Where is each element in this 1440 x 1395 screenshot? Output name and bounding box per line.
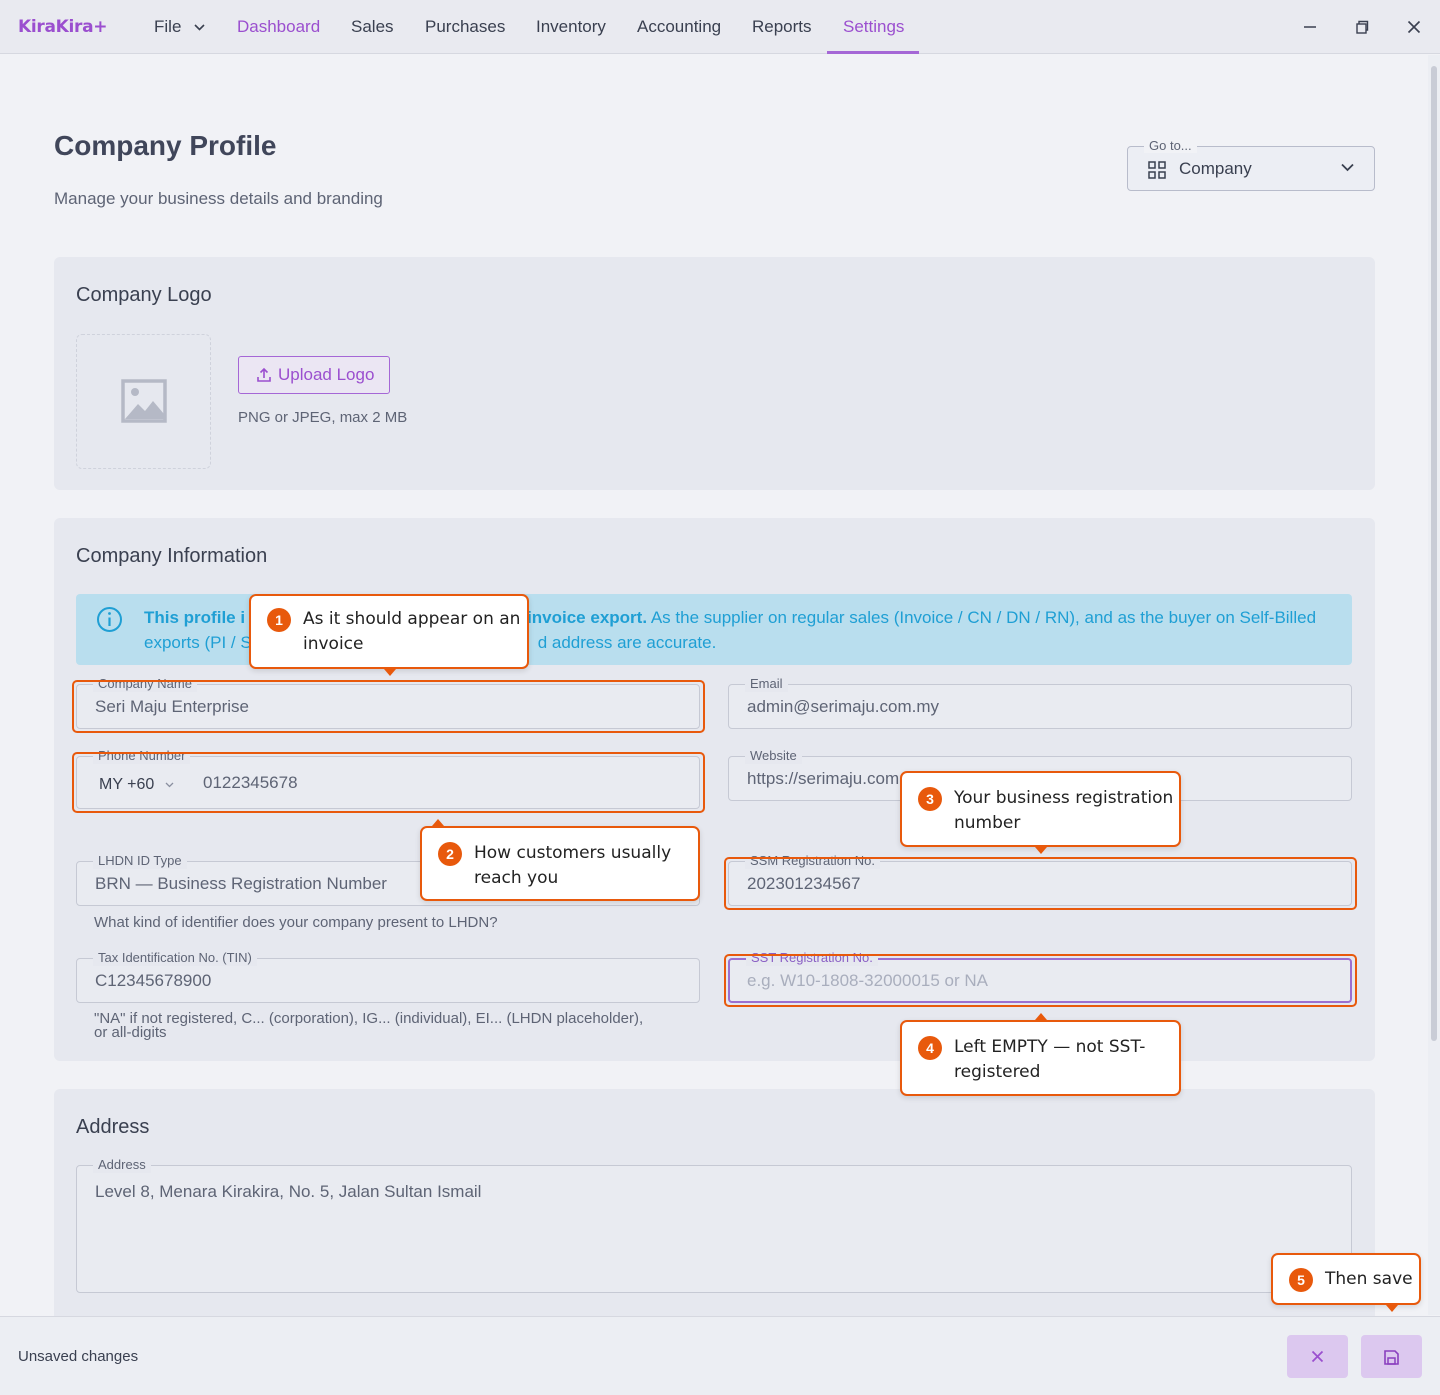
restore-icon[interactable] [1351, 16, 1373, 38]
grid-icon [1148, 161, 1166, 179]
menu-purchases[interactable]: Purchases [425, 0, 505, 54]
menu-file-label: File [154, 17, 182, 36]
menu-reports[interactable]: Reports [752, 0, 812, 54]
callout-1-text: As it should appear on an invoice [303, 607, 520, 657]
upload-logo-label: Upload Logo [278, 365, 375, 384]
goto-select[interactable]: Go to... Company [1127, 138, 1375, 191]
chevron-down-icon [1341, 163, 1354, 172]
tin-helper-line-2: or all-digits [94, 1024, 167, 1041]
website-label: Website [745, 748, 802, 764]
callout-3-text: Your business registration number [954, 786, 1173, 836]
address-card: Address Address Level 8, Menara Kirakira… [54, 1089, 1375, 1329]
info-line2-end: d address are accurate. [537, 633, 717, 652]
address-title: Address [76, 1116, 150, 1138]
tin-field[interactable]: Tax Identification No. (TIN) C1234567890… [76, 950, 700, 1003]
menu-inventory[interactable]: Inventory [536, 0, 606, 54]
callout-4-text: Left EMPTY — not SST- registered [954, 1035, 1145, 1085]
callout-3-line-2: number [954, 813, 1021, 833]
address-label: Address [93, 1157, 151, 1173]
active-tab-indicator [827, 51, 919, 54]
upload-logo-button[interactable]: Upload Logo [238, 356, 390, 394]
email-label: Email [745, 676, 788, 692]
company-logo-title: Company Logo [76, 284, 212, 306]
goto-value: Company [1179, 159, 1252, 178]
lhdn-id-type-value: BRN — Business Registration Number [95, 874, 387, 893]
callout-4-number: 4 [918, 1036, 942, 1060]
info-bold-start: This profile i [144, 608, 246, 627]
address-value: Level 8, Menara Kirakira, No. 5, Jalan S… [95, 1182, 482, 1201]
callout-1: 1 As it should appear on an invoice [249, 594, 529, 676]
address-textarea[interactable]: Address Level 8, Menara Kirakira, No. 5,… [76, 1157, 1352, 1293]
menu-dashboard[interactable]: Dashboard [237, 0, 320, 54]
callout-5-text: Then save [1325, 1269, 1413, 1289]
image-icon [121, 379, 167, 423]
highlight-company-name [72, 680, 705, 733]
unsaved-changes-status: Unsaved changes [18, 1348, 139, 1365]
save-button[interactable] [1361, 1335, 1422, 1378]
app-logo: KiraKira+ [18, 17, 108, 37]
callout-1-line-2: invoice [303, 634, 364, 654]
save-icon [1384, 1350, 1399, 1365]
scrollbar-thumb[interactable] [1431, 66, 1437, 1041]
bottom-action-bar: Unsaved changes [0, 1316, 1440, 1395]
callout-3-line-1: Your business registration [954, 788, 1174, 808]
callout-4-line-1: Left EMPTY — not SST- [954, 1037, 1146, 1057]
callout-2-number: 2 [438, 842, 462, 866]
callout-4-line-2: registered [954, 1062, 1041, 1082]
callout-2: 2 How customers usually reach you [420, 819, 700, 901]
highlight-phone-number [72, 752, 705, 813]
info-line2-start: exports (PI / S [144, 633, 252, 652]
upload-hint: PNG or JPEG, max 2 MB [238, 409, 408, 426]
company-information-title: Company Information [76, 545, 268, 567]
page-title: Company Profile [54, 130, 277, 161]
email-field[interactable]: Email admin@serimaju.com.my [728, 676, 1352, 729]
discard-button[interactable] [1287, 1335, 1348, 1378]
tin-label: Tax Identification No. (TIN) [93, 950, 257, 966]
lhdn-id-type-helper: What kind of identifier does your compan… [94, 914, 498, 931]
upload-icon [257, 367, 271, 382]
goto-label: Go to... [1144, 138, 1197, 153]
info-icon [97, 607, 122, 632]
logo-preview [76, 334, 211, 469]
menu-accounting[interactable]: Accounting [637, 0, 721, 54]
website-value: https://serimaju.com [747, 769, 900, 788]
page-subtitle: Manage your business details and brandin… [54, 189, 383, 208]
callout-3: 3 Your business registration number [900, 771, 1181, 854]
menu-file[interactable]: File [154, 0, 205, 54]
top-bar: KiraKira+ File Dashboard Sales Purchases… [0, 0, 1440, 54]
callout-1-pointer [384, 669, 396, 676]
lhdn-id-type-label: LHDN ID Type [93, 853, 187, 869]
company-logo-card: Company Logo Upload Logo PNG or JPEG, ma… [54, 257, 1375, 490]
callout-4: 4 Left EMPTY — not SST- registered [900, 1013, 1181, 1096]
email-value: admin@serimaju.com.my [747, 697, 940, 716]
callout-2-line-1: How customers usually [474, 843, 672, 863]
info-rest: As the supplier on regular sales (Invoic… [647, 608, 1317, 627]
callout-3-number: 3 [918, 787, 942, 811]
callout-1-number: 1 [267, 608, 291, 632]
highlight-ssm-registration [724, 857, 1357, 910]
menu-settings[interactable]: Settings [843, 0, 904, 54]
chevron-down-icon [194, 24, 205, 31]
callout-5: 5 Then save [1271, 1253, 1421, 1312]
callout-2-line-2: reach you [474, 868, 559, 888]
callout-1-line-1: As it should appear on an [303, 609, 521, 629]
close-icon[interactable] [1403, 16, 1425, 38]
tin-value: C12345678900 [95, 971, 212, 990]
tin-helper-line-1: "NA" if not registered, C... (corporatio… [94, 1010, 644, 1027]
callout-4-pointer [1035, 1013, 1047, 1020]
callout-3-pointer [1035, 847, 1047, 854]
x-icon [1311, 1350, 1324, 1363]
callout-2-pointer [432, 819, 444, 826]
callout-2-text: How customers usually reach you [474, 841, 671, 891]
menu-sales[interactable]: Sales [351, 0, 394, 54]
callout-5-number: 5 [1289, 1268, 1313, 1292]
minimize-icon[interactable] [1299, 16, 1321, 38]
callout-5-pointer [1386, 1305, 1398, 1312]
info-bold-end: invoice export. [527, 608, 648, 627]
highlight-sst-registration [724, 954, 1357, 1007]
